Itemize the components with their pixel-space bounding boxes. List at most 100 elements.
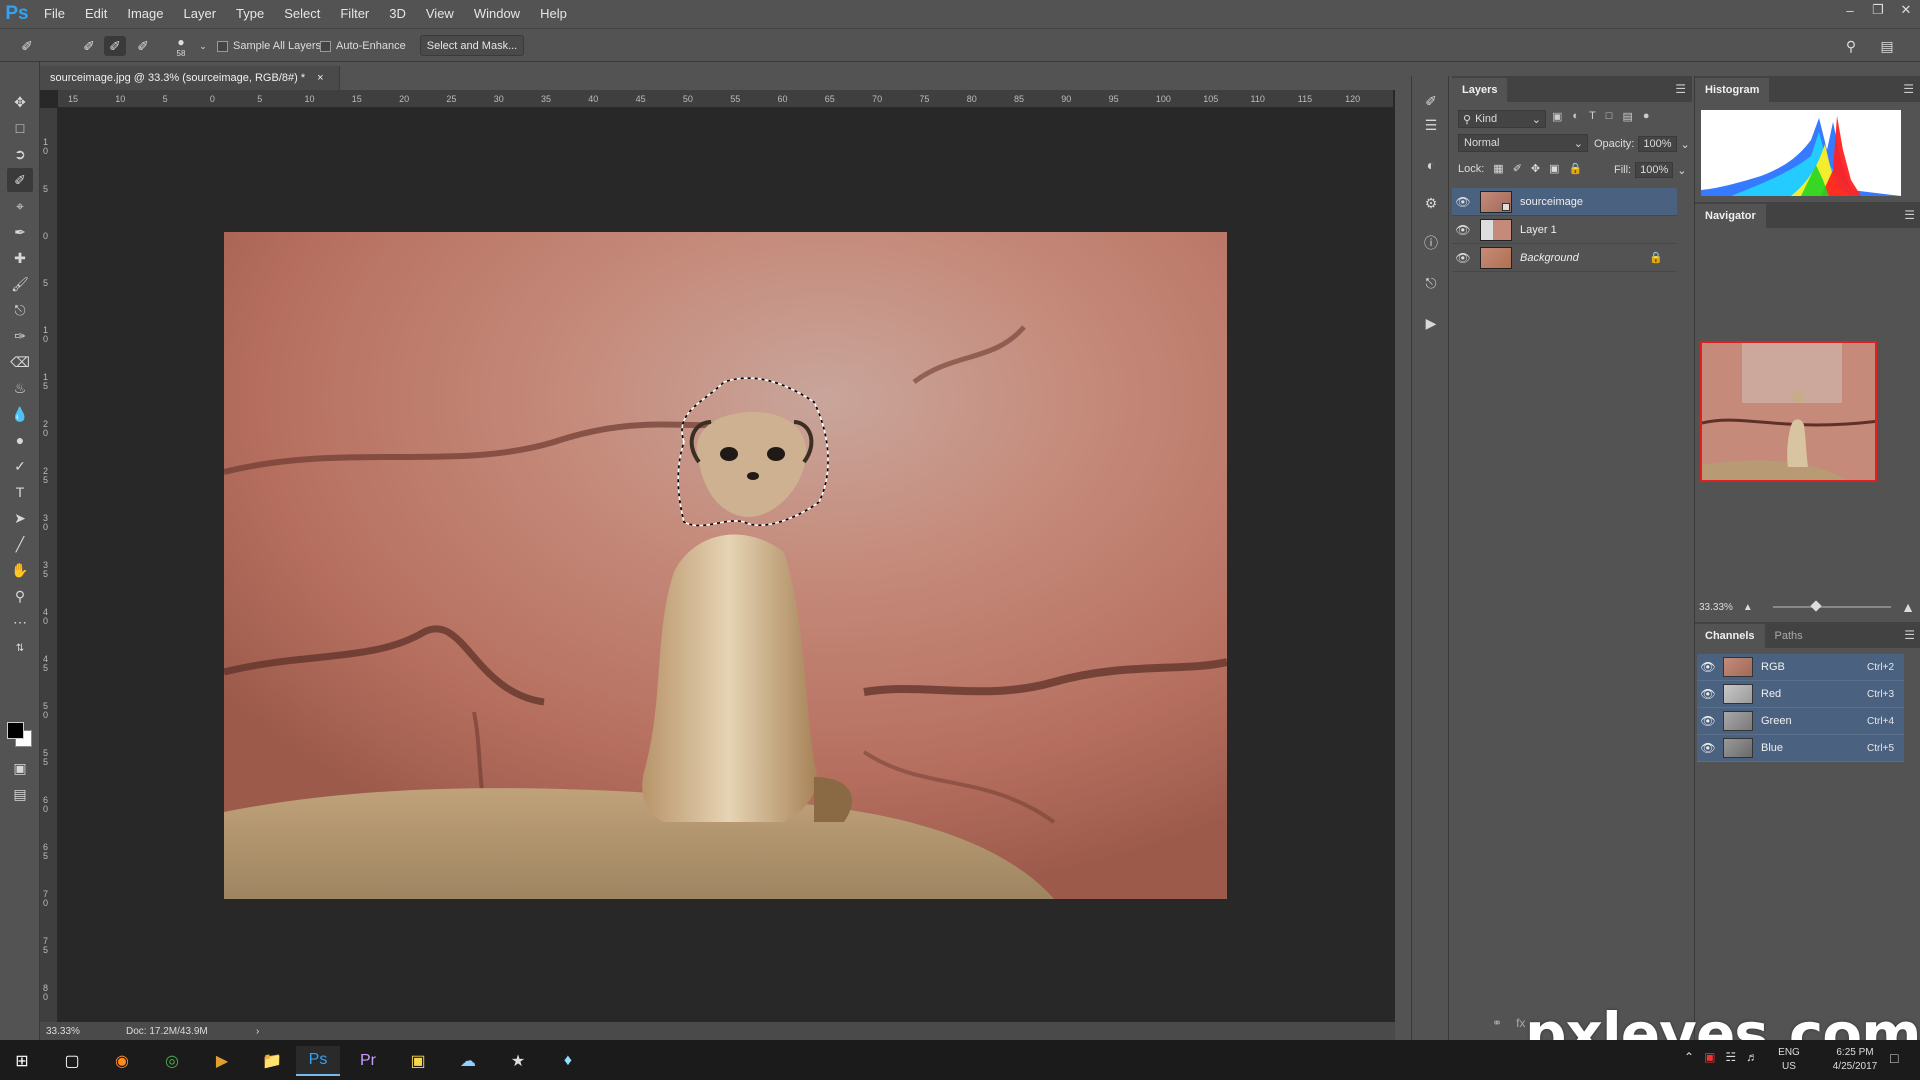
close-icon[interactable]: ✕ bbox=[1892, 0, 1920, 20]
lock-artboard-icon[interactable]: ▣ bbox=[1549, 162, 1559, 175]
visibility-eye-icon[interactable]: 👁 bbox=[1452, 195, 1474, 209]
clone-stamp-tool-icon[interactable]: ⎋ bbox=[7, 298, 33, 322]
link-layers-icon[interactable]: ⚭ bbox=[1492, 1016, 1502, 1030]
visibility-eye-icon[interactable]: 👁 bbox=[1697, 714, 1719, 728]
navigator-preview[interactable] bbox=[1700, 341, 1877, 482]
clock[interactable]: 6:25 PM 4/25/2017 bbox=[1820, 1046, 1890, 1074]
adjustments-icon[interactable]: ◐ bbox=[1420, 154, 1442, 176]
task-view-icon[interactable]: ▢ bbox=[50, 1046, 94, 1076]
quick-selection-preset-icon[interactable]: ✐ bbox=[16, 36, 38, 56]
file-explorer-icon[interactable]: 📁 bbox=[250, 1046, 294, 1076]
swap-colors-icon[interactable]: ⇅ bbox=[7, 636, 33, 660]
pixel-filter-icon[interactable]: ▣ bbox=[1552, 110, 1562, 123]
channel-row-rgb[interactable]: 👁 RGB Ctrl+2 bbox=[1697, 654, 1904, 681]
shape-filter-icon[interactable]: □ bbox=[1606, 110, 1613, 123]
dodge-tool-icon[interactable]: ● bbox=[7, 428, 33, 452]
add-to-selection-icon[interactable]: ✐ bbox=[104, 36, 126, 56]
cloud-app-icon[interactable]: ☁ bbox=[446, 1046, 490, 1076]
tray-chevron-icon[interactable]: ⌃ bbox=[1684, 1050, 1694, 1064]
crop-tool-icon[interactable]: ⌖ bbox=[7, 194, 33, 218]
menu-window[interactable]: Window bbox=[464, 0, 530, 28]
path-selection-tool-icon[interactable]: ➤ bbox=[7, 506, 33, 530]
menu-type[interactable]: Type bbox=[226, 0, 274, 28]
line-tool-icon[interactable]: ╱ bbox=[7, 532, 33, 556]
firefox-icon[interactable]: ◉ bbox=[100, 1046, 144, 1076]
document-tab[interactable]: sourceimage.jpg @ 33.3% (sourceimage, RG… bbox=[40, 66, 340, 90]
history-brush-tool-icon[interactable]: ✑ bbox=[7, 324, 33, 348]
type-tool-icon[interactable]: T bbox=[7, 480, 33, 504]
chevron-right-icon[interactable]: › bbox=[256, 1026, 259, 1037]
more-tools-icon[interactable]: ⋯ bbox=[7, 610, 33, 634]
zoom-level[interactable]: 33.33% bbox=[46, 1026, 126, 1037]
chevron-down-icon[interactable]: ⌄ bbox=[1677, 164, 1686, 177]
lock-position-icon[interactable]: ✥ bbox=[1531, 162, 1540, 175]
windows-start-icon[interactable]: ⊞ bbox=[0, 1046, 44, 1076]
tab-paths[interactable]: Paths bbox=[1765, 624, 1813, 648]
tab-navigator[interactable]: Navigator bbox=[1695, 204, 1766, 228]
volume-icon[interactable]: ♬ bbox=[1746, 1050, 1758, 1064]
move-tool-icon[interactable]: ✥ bbox=[7, 90, 33, 114]
lasso-tool-icon[interactable]: ➲ bbox=[7, 142, 33, 166]
adjustment-filter-icon[interactable]: ◐ bbox=[1572, 110, 1579, 123]
type-filter-icon[interactable]: T bbox=[1589, 110, 1596, 123]
zoom-in-icon[interactable]: ▲ bbox=[1901, 599, 1915, 615]
photoshop-taskbar-icon[interactable]: Ps bbox=[296, 1046, 340, 1076]
menu-view[interactable]: View bbox=[416, 0, 464, 28]
app-icon[interactable]: ♦ bbox=[546, 1046, 590, 1076]
lock-image-icon[interactable]: ✐ bbox=[1513, 162, 1522, 175]
chrome-icon[interactable]: ◎ bbox=[150, 1046, 194, 1076]
filter-kind-select[interactable]: ⚲ Kind ⌄ bbox=[1458, 110, 1546, 128]
channel-row-red[interactable]: 👁 Red Ctrl+3 bbox=[1697, 681, 1904, 708]
brush-tool-icon[interactable]: 🖌 bbox=[7, 272, 33, 296]
close-tab-icon[interactable]: × bbox=[317, 72, 323, 84]
sticky-notes-icon[interactable]: ▣ bbox=[396, 1046, 440, 1076]
filter-toggle-icon[interactable]: ● bbox=[1643, 110, 1650, 123]
foreground-color-swatch[interactable] bbox=[7, 722, 24, 739]
restore-icon[interactable]: ❐ bbox=[1864, 0, 1892, 20]
media-player-icon[interactable]: ▶ bbox=[200, 1046, 244, 1076]
lock-transparent-icon[interactable]: ▦ bbox=[1493, 162, 1503, 175]
quick-selection-tool-icon[interactable]: ✐ bbox=[7, 168, 33, 192]
visibility-eye-icon[interactable]: 👁 bbox=[1697, 741, 1719, 755]
zoom-tool-icon[interactable]: ⚲ bbox=[7, 584, 33, 608]
auto-enhance-checkbox[interactable]: Auto-Enhance bbox=[320, 40, 406, 52]
visibility-eye-icon[interactable]: 👁 bbox=[1452, 251, 1474, 265]
channel-row-blue[interactable]: 👁 Blue Ctrl+5 bbox=[1697, 735, 1904, 762]
paint-app-icon[interactable]: ★ bbox=[496, 1046, 540, 1076]
info-icon[interactable]: ⓘ bbox=[1420, 232, 1442, 254]
menu-help[interactable]: Help bbox=[530, 0, 577, 28]
clone-source-icon[interactable]: ⎋ bbox=[1420, 272, 1442, 294]
fx-icon[interactable]: fx bbox=[1516, 1016, 1525, 1030]
panel-menu-icon[interactable]: ☰ bbox=[1904, 208, 1915, 222]
quick-mask-icon[interactable]: ▣ bbox=[7, 756, 33, 780]
select-and-mask-button[interactable]: Select and Mask... bbox=[420, 35, 524, 56]
menu-image[interactable]: Image bbox=[117, 0, 173, 28]
panel-menu-icon[interactable]: ☰ bbox=[1904, 628, 1915, 642]
zoom-slider-handle[interactable] bbox=[1810, 600, 1822, 612]
brush-size-picker[interactable]: ● 58 bbox=[170, 32, 192, 60]
smart-object-filter-icon[interactable]: ▤ bbox=[1622, 110, 1632, 123]
blur-tool-icon[interactable]: 💧 bbox=[7, 402, 33, 426]
subtract-from-selection-icon[interactable]: ✐ bbox=[132, 36, 154, 56]
healing-brush-tool-icon[interactable]: ✚ bbox=[7, 246, 33, 270]
opacity-input[interactable]: 100% bbox=[1638, 136, 1677, 152]
visibility-eye-icon[interactable]: 👁 bbox=[1697, 660, 1719, 674]
layer-row-sourceimage[interactable]: 👁 sourceimage bbox=[1452, 188, 1677, 216]
hand-tool-icon[interactable]: ✋ bbox=[7, 558, 33, 582]
search-icon[interactable]: ⚲ bbox=[1840, 36, 1862, 56]
eraser-tool-icon[interactable]: ⌫ bbox=[7, 350, 33, 374]
paint-bucket-tool-icon[interactable]: ♨ bbox=[7, 376, 33, 400]
brush-presets-icon[interactable]: ✐ bbox=[1420, 90, 1442, 112]
image-canvas[interactable] bbox=[224, 232, 1227, 899]
network-icon[interactable]: ☵ bbox=[1725, 1050, 1736, 1064]
language-indicator[interactable]: ENG US bbox=[1774, 1046, 1804, 1074]
notifications-icon[interactable]: □ bbox=[1890, 1050, 1898, 1066]
navigator-zoom-value[interactable]: 33.33% bbox=[1699, 602, 1733, 613]
brush-settings-icon[interactable]: ☰ bbox=[1420, 114, 1442, 136]
sample-all-layers-checkbox[interactable]: Sample All Layers bbox=[217, 40, 321, 52]
zoom-slider[interactable] bbox=[1772, 600, 1892, 612]
security-icon[interactable]: ▣ bbox=[1704, 1050, 1715, 1064]
menu-3d[interactable]: 3D bbox=[379, 0, 416, 28]
layer-row-background[interactable]: 👁 Background 🔒 bbox=[1452, 244, 1677, 272]
screen-mode-icon[interactable]: ▤ bbox=[7, 782, 33, 806]
